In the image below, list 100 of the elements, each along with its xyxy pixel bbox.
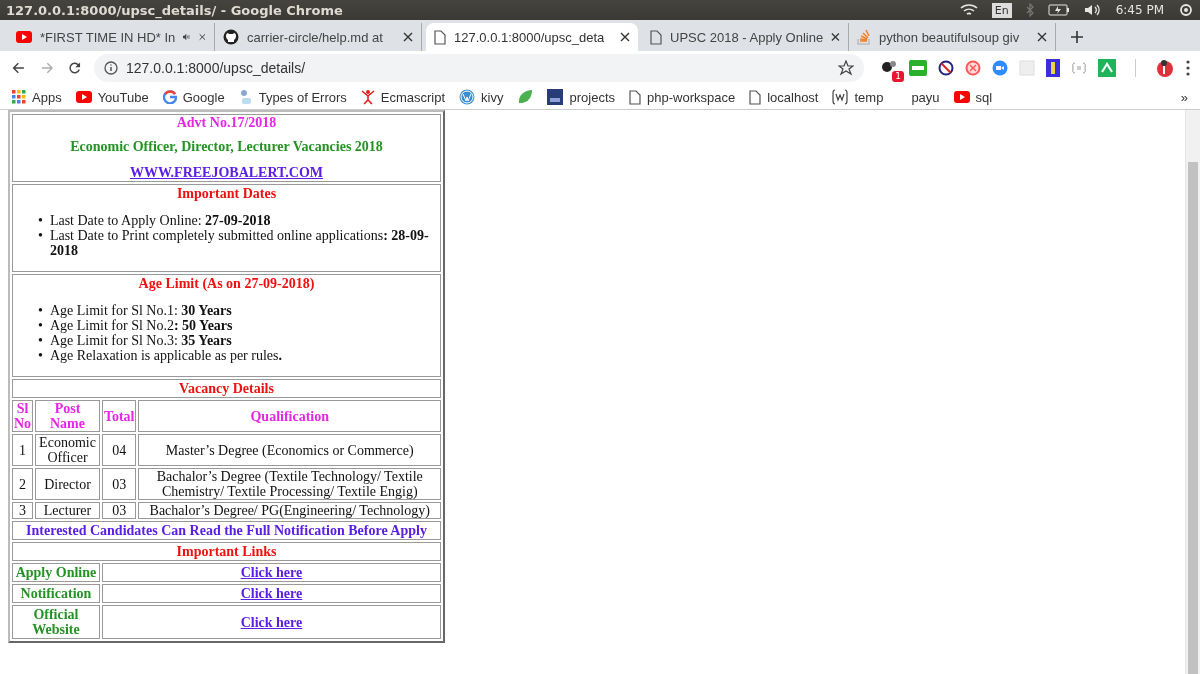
table-cell: 04 — [101, 434, 137, 466]
leaf-icon — [517, 89, 534, 105]
bluetooth-icon — [1025, 3, 1034, 17]
tab-title: *FIRST TIME IN HD* In — [40, 29, 176, 45]
bookmark[interactable]: YouTube — [75, 89, 149, 105]
date-item: Last Date to Print completely submitted online applications: 28-09-2018 — [49, 228, 430, 258]
window-title: 127.0.0.1:8000/upsc_details/ - Google Chrome — [6, 2, 343, 18]
advertisement-number: Advt No.17/2018 — [175, 115, 278, 130]
link-label: Apply Online — [12, 563, 100, 582]
avatar-icon[interactable] — [1155, 58, 1175, 78]
table-cell: Bachalor’s Degree/ PG(Engineering/ Technology) — [138, 502, 441, 519]
click-here-link[interactable]: Click here — [240, 565, 303, 580]
column-header: Post Name — [35, 400, 100, 432]
tab-title: 127.0.0.1:8000/upsc_deta — [454, 29, 606, 45]
speaker-icon[interactable] — [183, 32, 192, 42]
column-header: Sl No — [12, 400, 34, 432]
browser-tab[interactable]: python beautifulsoup giv — [849, 23, 1056, 51]
bookmark[interactable]: Google — [162, 89, 225, 105]
table-cell: Economic Officer — [35, 434, 100, 466]
section-title: Important Dates — [175, 186, 278, 201]
date-item: Last Date to Apply Online: 27-09-2018 — [49, 213, 271, 228]
table-cell: 3 — [12, 502, 34, 519]
bookmark[interactable]: sql — [953, 89, 993, 105]
bookmark[interactable]: php-workspace — [629, 89, 736, 105]
browser-tab[interactable]: *FIRST TIME IN HD* In — [8, 23, 215, 51]
wiki-icon — [832, 89, 849, 105]
section-title: Vacancy Details — [12, 379, 441, 398]
power-icon[interactable] — [1178, 2, 1194, 18]
bookmark[interactable]: Apps — [12, 89, 62, 105]
wifi-icon — [959, 3, 978, 17]
bookmark[interactable]: projects — [547, 89, 615, 105]
bookmark[interactable]: localhost — [749, 89, 819, 105]
column-header: Qualification — [138, 400, 441, 432]
tab-title: carrier-circle/help.md at — [247, 29, 384, 45]
github-icon — [223, 29, 239, 45]
click-here-link[interactable]: Click here — [240, 586, 303, 601]
wordpress-icon — [459, 89, 476, 105]
page-icon — [749, 89, 762, 105]
age-item: Age Limit for Sl No.2: 50 Years — [49, 318, 233, 333]
info-icon[interactable] — [104, 61, 118, 75]
link-label: Official Website — [12, 605, 100, 639]
click-here-link[interactable]: Click here — [240, 614, 303, 630]
column-header: Total — [101, 400, 137, 432]
tab-title: python beautifulsoup giv — [879, 29, 1021, 45]
page-icon — [434, 29, 446, 45]
close-icon[interactable] — [403, 32, 413, 42]
table-cell: Master’s Degree (Economics or Commerce) — [138, 434, 441, 466]
bookmark[interactable]: temp — [832, 89, 884, 105]
close-icon[interactable] — [1037, 32, 1047, 42]
person-icon — [360, 89, 375, 105]
age-item: Age Limit for Sl No.3: 35 Years — [49, 333, 232, 348]
bullet: • — [38, 303, 43, 318]
bullet: • — [38, 333, 43, 348]
bookmark[interactable]: kivy — [459, 89, 504, 105]
extension-badge: 1 — [892, 71, 904, 82]
battery-icon — [1047, 4, 1070, 16]
scroll-thumb[interactable] — [1188, 162, 1198, 674]
stack-icon — [857, 29, 871, 45]
address-bar[interactable]: 127.0.0.1:8000/upsc_details/ — [94, 54, 864, 82]
more-bookmarks-button[interactable]: » — [1180, 89, 1188, 105]
clock[interactable]: 6:45 PM — [1115, 3, 1164, 17]
bullet: • — [38, 318, 43, 333]
bookmark-star-icon[interactable] — [838, 60, 854, 76]
bookmark[interactable]: payu — [897, 89, 940, 105]
table-cell: 03 — [101, 502, 137, 519]
table-cell: 1 — [12, 434, 34, 466]
menu-icon[interactable] — [1186, 60, 1190, 76]
bookmark[interactable]: Types of Errors — [238, 89, 347, 105]
browser-tab[interactable]: carrier-circle/help.md at — [215, 23, 422, 51]
video-icon[interactable] — [992, 60, 1008, 76]
bookmark[interactable] — [517, 89, 534, 105]
headline: Economic Officer, Director, Lecturer Vacancies 2018 — [69, 139, 384, 154]
figure-icon — [238, 89, 253, 105]
bookmark[interactable]: Ecmascript — [360, 89, 446, 105]
new-tab-icon[interactable] — [1070, 30, 1084, 44]
google-icon — [162, 90, 177, 104]
browser-tab[interactable]: 127.0.0.1:8000/upsc_deta — [426, 23, 638, 51]
table-cell: Lecturer — [35, 502, 100, 519]
browser-tab[interactable]: UPSC 2018 - Apply Online — [642, 23, 849, 51]
keyboard-indicator[interactable]: En — [991, 2, 1012, 18]
bullet: • — [38, 348, 43, 363]
close-icon[interactable] — [620, 32, 630, 42]
bullet: • — [38, 213, 43, 228]
back-icon[interactable] — [12, 60, 25, 76]
scroll-bar[interactable] — [1185, 110, 1200, 674]
reload-icon[interactable] — [69, 60, 82, 76]
close-icon[interactable] — [831, 32, 840, 42]
table-cell: 03 — [101, 468, 137, 500]
volume-icon — [1083, 3, 1102, 17]
notice: Interested Candidates Can Read the Full Notification Before Apply — [12, 521, 441, 540]
youtube-icon — [16, 31, 32, 43]
section-title: Age Limit (As on 27-09-2018) — [137, 276, 316, 291]
table-cell: Director — [35, 468, 100, 500]
youtube-icon — [75, 91, 92, 103]
block-icon[interactable] — [938, 60, 954, 76]
site-link[interactable]: WWW.FREEJOBALERT.COM — [129, 165, 324, 180]
link-label: Notification — [12, 584, 100, 603]
table-cell: Bachalor’s Degree (Textile Technology/ Textile Chemistry/ Textile Processing/ Textile Engig) — [138, 468, 441, 500]
youtube-icon — [953, 91, 970, 103]
age-item: Age Limit for Sl No.1: 30 Years — [49, 303, 232, 318]
